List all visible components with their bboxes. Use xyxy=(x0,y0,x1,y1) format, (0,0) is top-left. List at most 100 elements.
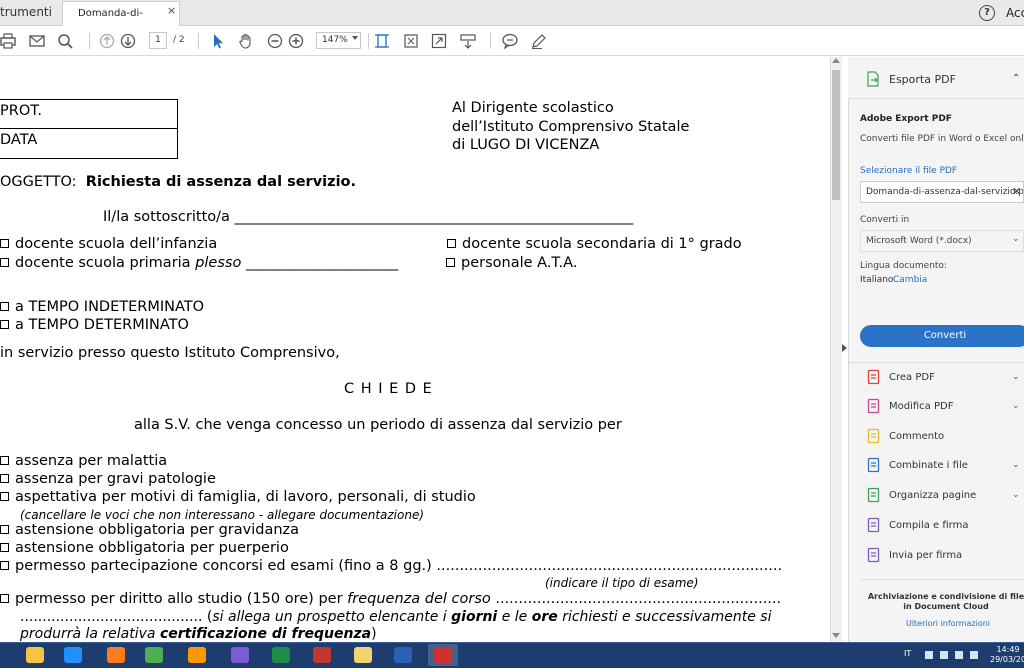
tool-label[interactable]: Combinate i file xyxy=(889,460,968,471)
selected-file-field[interactable]: Domanda-di-assenza-dal-servizio.pdf xyxy=(860,181,1024,203)
folder-icon[interactable] xyxy=(20,644,50,666)
edit-pdf-icon xyxy=(866,398,882,414)
collapse-pane-icon[interactable] xyxy=(842,344,847,352)
fit-width-icon[interactable] xyxy=(372,31,392,51)
more-info-link[interactable]: Ulteriori informazioni xyxy=(860,619,1024,628)
option-label: assenza per gravi patologie xyxy=(15,471,216,487)
checkbox[interactable] xyxy=(0,525,9,534)
select-file-link[interactable]: Selezionare il file PDF xyxy=(860,166,957,176)
fit-page-icon[interactable] xyxy=(401,31,421,51)
tool-label[interactable]: Modifica PDF xyxy=(889,401,953,412)
chrome-icon[interactable] xyxy=(139,644,169,666)
clear-file-icon[interactable]: ✕ xyxy=(1012,185,1021,198)
option-label: permesso partecipazione concorsi ed esam… xyxy=(15,558,783,574)
option-ata[interactable]: personale A.T.A. xyxy=(446,255,577,272)
reason-patologie[interactable]: assenza per gravi patologie xyxy=(0,471,216,488)
scroll-down-icon[interactable] xyxy=(832,633,840,638)
tool-label[interactable]: Invia per firma xyxy=(889,550,962,561)
account-label[interactable]: Acc xyxy=(1006,0,1024,26)
file-explorer-icon[interactable] xyxy=(348,644,378,666)
comment-icon xyxy=(866,428,882,444)
network-tray-icon[interactable] xyxy=(940,651,948,659)
select-arrow-icon[interactable] xyxy=(208,31,228,51)
tab-document[interactable]: Domanda-di-assen... xyxy=(62,1,180,43)
tool-label[interactable]: Organizza pagine xyxy=(889,490,976,501)
checkbox[interactable] xyxy=(0,561,9,570)
checkbox[interactable] xyxy=(447,239,456,248)
checkbox[interactable] xyxy=(0,492,9,501)
mail-icon[interactable] xyxy=(27,31,47,51)
address-line-3: di LUGO DI VICENZA xyxy=(452,137,600,153)
zoom-out-icon[interactable] xyxy=(265,31,285,51)
oggetto-label: OGGETTO: xyxy=(0,174,77,190)
page-down-icon[interactable] xyxy=(118,31,138,51)
internet-explorer-icon[interactable] xyxy=(58,644,88,666)
scroll-mode-icon[interactable] xyxy=(458,31,478,51)
checkbox[interactable] xyxy=(0,302,9,311)
hand-icon[interactable] xyxy=(236,31,256,51)
option-secondaria[interactable]: docente scuola secondaria di 1° grado xyxy=(447,236,742,253)
checkbox[interactable] xyxy=(0,594,9,603)
option-indeterminato[interactable]: a TEMPO INDETERMINATO xyxy=(0,299,204,316)
clock[interactable]: 14:49 29/03/20 xyxy=(990,645,1024,665)
reason-aspettativa[interactable]: aspettativa per motivi di famiglia, di l… xyxy=(0,489,476,506)
option-infanzia[interactable]: docente scuola dell’infanzia xyxy=(0,236,217,253)
scroll-up-icon[interactable] xyxy=(832,58,840,63)
archive-icon[interactable] xyxy=(307,644,337,666)
chevron-down-icon[interactable]: ⌄ xyxy=(1012,372,1020,382)
reason-malattia[interactable]: assenza per malattia xyxy=(0,453,167,470)
print-icon[interactable] xyxy=(0,31,18,51)
close-tab-icon[interactable]: × xyxy=(167,4,176,17)
zoom-in-icon[interactable] xyxy=(286,31,306,51)
tab-tools[interactable]: trumenti xyxy=(0,0,52,26)
checkbox[interactable] xyxy=(0,474,9,483)
checkbox[interactable] xyxy=(0,456,9,465)
zoom-select[interactable]: 147% xyxy=(316,32,361,49)
chevron-down-icon[interactable]: ⌄ xyxy=(1012,234,1020,244)
change-language-link[interactable]: Cambia xyxy=(893,275,927,285)
language-indicator[interactable]: IT xyxy=(904,649,911,658)
reason-puerperio[interactable]: astensione obbligatoria per puerperio xyxy=(0,540,289,557)
convert-button[interactable]: Converti xyxy=(860,325,1024,347)
chevron-up-icon[interactable]: ⌃ xyxy=(1012,73,1020,84)
corso-field: ........................................… xyxy=(495,591,782,607)
option-determinato[interactable]: a TEMPO DETERMINATO xyxy=(0,317,189,334)
chevron-down-icon[interactable]: ⌄ xyxy=(1012,460,1020,470)
reason-studio[interactable]: permesso per diritto allo studio (150 or… xyxy=(0,591,781,608)
battery-icon[interactable] xyxy=(955,651,963,659)
page-up-icon[interactable] xyxy=(97,31,117,51)
comment-icon[interactable] xyxy=(500,31,520,51)
media-player-icon[interactable] xyxy=(182,644,212,666)
reason-concorsi[interactable]: permesso partecipazione concorsi ed esam… xyxy=(0,558,782,575)
chevron-down-icon[interactable]: ⌄ xyxy=(1012,401,1020,411)
checkbox[interactable] xyxy=(0,320,9,329)
scrollbar-thumb[interactable] xyxy=(832,70,840,200)
tool-label[interactable]: Crea PDF xyxy=(889,372,935,383)
tool-label[interactable]: Commento xyxy=(889,431,944,442)
fullscreen-icon[interactable] xyxy=(429,31,449,51)
help-icon[interactable]: ? xyxy=(979,5,995,21)
reason-gravidanza[interactable]: astensione obbligatoria per gravidanza xyxy=(0,522,299,539)
option-primaria[interactable]: docente scuola primaria plesso _________… xyxy=(0,255,398,272)
flag-icon[interactable] xyxy=(925,651,933,659)
checkbox[interactable] xyxy=(0,239,9,248)
export-pdf-title[interactable]: Esporta PDF xyxy=(889,73,956,86)
excel-icon[interactable] xyxy=(266,644,296,666)
fill-sign-icon xyxy=(866,517,882,533)
chevron-down-icon[interactable]: ⌄ xyxy=(1012,490,1020,500)
corso-label: frequenza del corso xyxy=(347,591,491,607)
word-icon[interactable] xyxy=(388,644,418,666)
network-icon[interactable] xyxy=(225,644,255,666)
chevron-down-icon[interactable] xyxy=(352,36,358,40)
firefox-icon[interactable] xyxy=(101,644,131,666)
volume-icon[interactable] xyxy=(970,651,978,659)
acrobat-icon[interactable] xyxy=(428,644,458,666)
page-number-input[interactable]: 1 xyxy=(149,32,167,49)
pen-icon[interactable] xyxy=(529,31,549,51)
tool-label[interactable]: Compila e firma xyxy=(889,520,969,531)
checkbox[interactable] xyxy=(0,543,9,552)
checkbox[interactable] xyxy=(446,258,455,267)
format-select[interactable]: Microsoft Word (*.docx) xyxy=(860,230,1024,252)
checkbox[interactable] xyxy=(0,258,9,267)
search-icon[interactable] xyxy=(55,31,75,51)
